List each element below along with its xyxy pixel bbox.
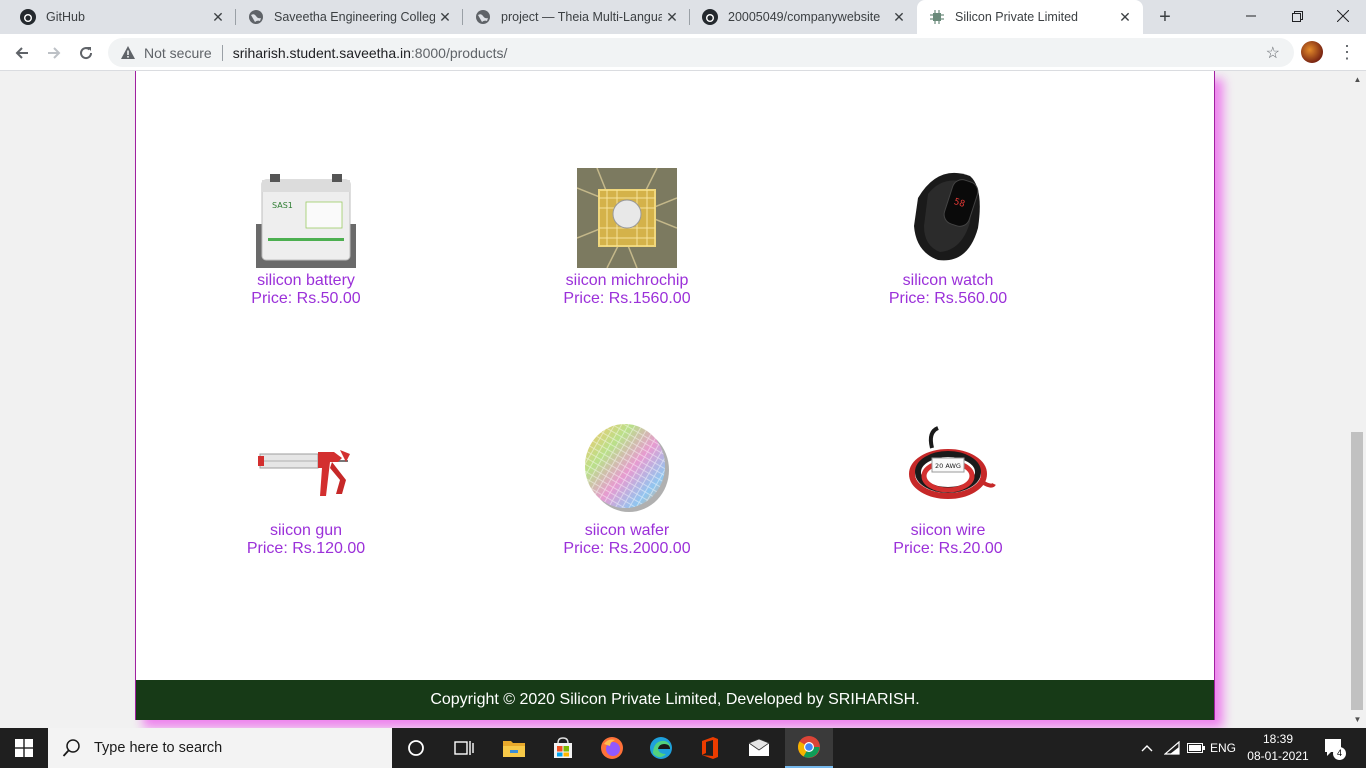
task-view-icon[interactable] [440, 728, 488, 768]
minimize-button[interactable] [1228, 0, 1274, 32]
product-price: Price: Rs.20.00 [893, 540, 1003, 557]
language-indicator[interactable]: ENG [1208, 728, 1238, 768]
chip-icon [929, 9, 945, 25]
bookmark-star-icon[interactable]: ☆ [1266, 43, 1280, 63]
product-name[interactable]: silicon watch [828, 272, 1068, 290]
caulking-gun-image[interactable] [256, 418, 356, 518]
mail-icon[interactable] [735, 728, 783, 768]
warning-icon[interactable] [120, 45, 136, 61]
wifi-icon[interactable] [1160, 728, 1184, 768]
new-tab-button[interactable]: + [1154, 6, 1176, 28]
address-bar[interactable]: Not secure sriharish.student.saveetha.in… [108, 38, 1294, 67]
restore-button[interactable] [1274, 0, 1320, 32]
close-icon[interactable]: ✕ [208, 7, 228, 27]
tab-title: project — Theia Multi-Languag [501, 10, 662, 24]
close-icon[interactable]: ✕ [662, 7, 682, 27]
products-page: SAS1 silicon battery Price: Rs.50.00 sii… [135, 71, 1215, 720]
url-host: sriharish.student.saveetha.in [232, 44, 411, 61]
office-icon[interactable] [686, 728, 734, 768]
search-icon [62, 739, 80, 757]
close-icon[interactable]: ✕ [435, 7, 455, 27]
globe-icon [475, 9, 491, 25]
product-price: Price: Rs.1560.00 [563, 290, 691, 307]
page-viewport: SAS1 silicon battery Price: Rs.50.00 sii… [0, 71, 1349, 728]
security-label[interactable]: Not secure [144, 45, 212, 61]
close-window-button[interactable] [1320, 0, 1366, 32]
tab-github[interactable]: GitHub ✕ [0, 0, 236, 34]
svg-text:SAS1: SAS1 [272, 201, 293, 210]
profile-avatar[interactable] [1301, 41, 1323, 63]
back-button[interactable] [8, 39, 36, 67]
action-center-button[interactable]: 4 [1322, 736, 1346, 760]
firefox-icon[interactable] [588, 728, 636, 768]
footer-copyright: Copyright © 2020 Silicon Private Limited… [430, 691, 920, 708]
tab-title: 20005049/companywebsite [728, 10, 881, 24]
tab-strip: GitHub ✕ Saveetha Engineering College ✕ … [0, 0, 1366, 34]
close-icon[interactable]: ✕ [1115, 7, 1135, 27]
svg-text:20 AWG: 20 AWG [935, 462, 961, 470]
product-name[interactable]: siicon gun [186, 522, 426, 540]
product-price: Price: Rs.120.00 [246, 540, 366, 557]
edge-icon[interactable] [637, 728, 685, 768]
product-card[interactable]: 20 AWG siicon wire Price: Rs.20.00 [828, 418, 1068, 558]
clock-time: 18:39 [1262, 732, 1294, 746]
scrollbar-thumb[interactable] [1351, 432, 1363, 710]
search-placeholder: Type here to search [94, 740, 223, 756]
battery-image[interactable]: SAS1 [256, 168, 356, 268]
tab-title: Silicon Private Limited [955, 10, 1078, 24]
tab-companywebsite[interactable]: 20005049/companywebsite ✕ [690, 0, 917, 34]
product-card[interactable]: 58 silicon watch Price: Rs.560.00 [828, 168, 1068, 308]
taskbar-clock[interactable]: 18:39 08-01-2021 [1240, 731, 1316, 765]
product-price: Price: Rs.50.00 [251, 290, 361, 307]
microsoft-store-icon[interactable] [539, 728, 587, 768]
product-name[interactable]: silicon battery [186, 272, 426, 290]
product-name[interactable]: siicon wire [828, 522, 1068, 540]
cortana-icon[interactable] [392, 728, 440, 768]
menu-dots-icon[interactable]: ⋮ [1338, 40, 1356, 64]
product-card[interactable]: siicon gun Price: Rs.120.00 [186, 418, 426, 558]
start-button[interactable] [0, 728, 48, 768]
product-card[interactable]: siicon michrochip Price: Rs.1560.00 [507, 167, 747, 308]
browser-toolbar: Not secure sriharish.student.saveetha.in… [0, 34, 1366, 71]
taskbar-search-box[interactable]: Type here to search [48, 728, 392, 768]
product-name[interactable]: siicon michrochip [507, 272, 747, 290]
chrome-icon[interactable] [785, 728, 833, 768]
page-footer: Copyright © 2020 Silicon Private Limited… [136, 680, 1214, 720]
watch-image[interactable]: 58 [898, 168, 998, 268]
product-card[interactable]: SAS1 silicon battery Price: Rs.50.00 [186, 168, 426, 308]
forward-button[interactable] [40, 39, 68, 67]
github-icon [702, 9, 718, 25]
url-path: :8000/products/ [410, 44, 508, 61]
tab-title: Saveetha Engineering College [274, 10, 435, 24]
product-card[interactable]: siicon wafer Price: Rs.2000.00 [507, 418, 747, 558]
wire-image[interactable]: 20 AWG [898, 418, 998, 518]
microchip-image[interactable] [576, 167, 678, 269]
product-price: Price: Rs.2000.00 [563, 540, 691, 557]
github-icon [20, 9, 36, 25]
tab-silicon-active[interactable]: Silicon Private Limited ✕ [917, 0, 1143, 34]
show-hidden-icons-chevron-icon[interactable] [1136, 728, 1158, 768]
windows-taskbar: Type here to search ENG 18:39 08-01-2021 [0, 728, 1366, 768]
clock-date: 08-01-2021 [1247, 749, 1309, 763]
product-name[interactable]: siicon wafer [507, 522, 747, 540]
close-icon[interactable]: ✕ [889, 7, 909, 27]
tab-title: GitHub [46, 10, 85, 24]
page-scrollbar[interactable]: ▲ ▼ [1349, 71, 1366, 728]
windows-logo-icon [15, 739, 33, 757]
scroll-up-arrow-icon[interactable]: ▲ [1349, 71, 1366, 88]
file-explorer-icon[interactable] [490, 728, 538, 768]
battery-icon[interactable] [1184, 728, 1208, 768]
globe-icon [248, 9, 264, 25]
tab-saveetha[interactable]: Saveetha Engineering College ✕ [236, 0, 463, 34]
notification-count: 4 [1333, 747, 1346, 760]
reload-button[interactable] [72, 39, 100, 67]
tab-theia[interactable]: project — Theia Multi-Languag ✕ [463, 0, 690, 34]
scroll-down-arrow-icon[interactable]: ▼ [1349, 711, 1366, 728]
product-price: Price: Rs.560.00 [888, 290, 1008, 307]
wafer-image[interactable] [577, 418, 677, 518]
